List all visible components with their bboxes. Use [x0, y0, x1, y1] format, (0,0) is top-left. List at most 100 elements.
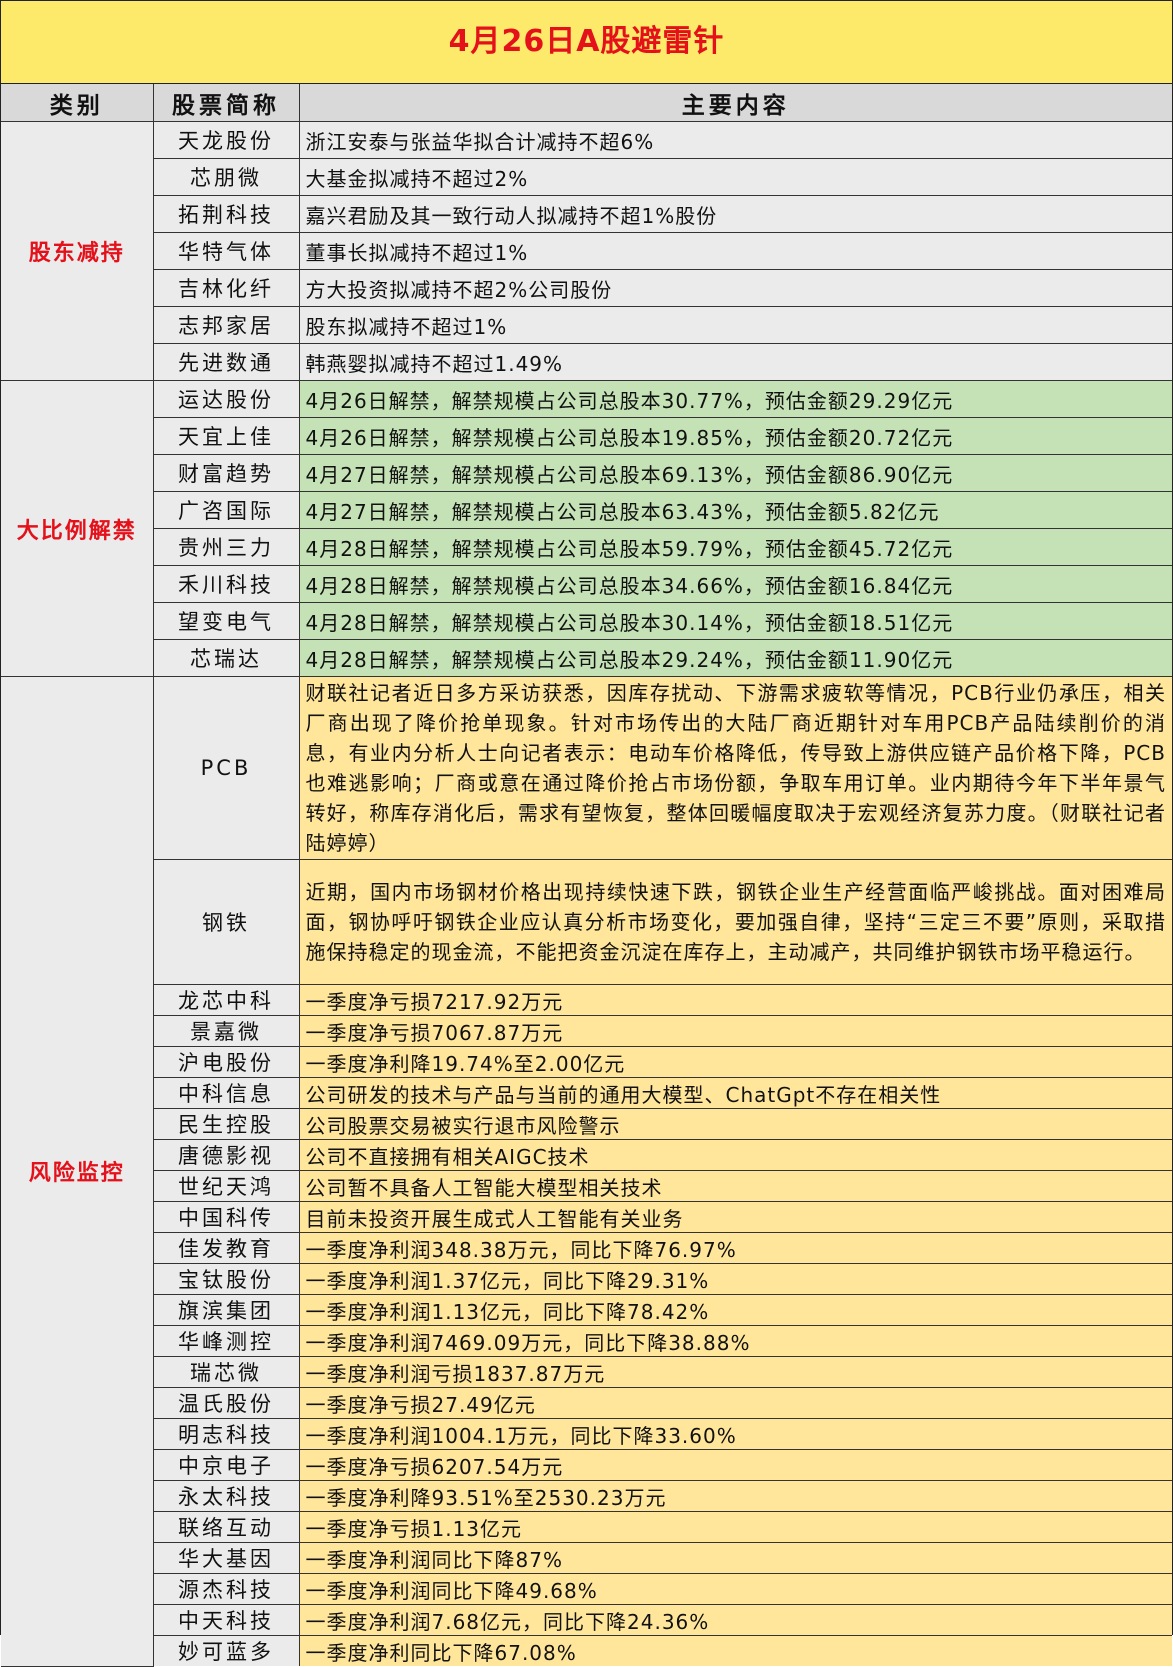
- main-content-cell: 大基金拟减持不超过2%: [298, 158, 1172, 196]
- table-row: 景嘉微 一季度净亏损7067.87万元: [1, 1015, 1172, 1047]
- table-row: 志邦家居 股东拟减持不超过1%: [1, 306, 1172, 344]
- stock-name-cell: 志邦家居: [152, 306, 300, 344]
- table-row: 佳发教育 一季度净利润348.38万元，同比下降76.97%: [1, 1232, 1172, 1264]
- table-row: 华特气体 董事长拟减持不超过1%: [1, 232, 1172, 270]
- main-content-cell: 嘉兴君励及其一致行动人拟减持不超1%股份: [298, 195, 1172, 233]
- table-row: 中天科技 一季度净利润7.68亿元，同比下降24.36%: [1, 1604, 1172, 1636]
- table-row: 芯瑞达 4月28日解禁，解禁规模占公司总股本29.24%，预估金额11.90亿元: [1, 639, 1172, 677]
- stock-name-cell: 旗滨集团: [152, 1294, 300, 1326]
- stock-name-cell: 宝钛股份: [152, 1263, 300, 1295]
- stock-warning-sheet: 4月26日A股避雷针 类别 股票简称 主要内容 股东减持 天龙股份 浙江安泰与张益华…: [0, 0, 1173, 1667]
- main-content-cell: 目前未投资开展生成式人工智能有关业务: [298, 1201, 1172, 1233]
- stock-name-cell: 瑞芯微: [152, 1356, 300, 1388]
- main-content-cell: 4月28日解禁，解禁规模占公司总股本29.24%，预估金额11.90亿元: [298, 639, 1172, 677]
- stock-name-cell: 芯瑞达: [152, 639, 300, 677]
- main-content-cell: 一季度净利润同比下降87%: [298, 1542, 1172, 1574]
- main-content-cell: 财联社记者近日多方采访获悉，因库存扰动、下游需求疲软等情况，PCB行业仍承压，相…: [298, 676, 1172, 860]
- stock-name-cell: 钢铁: [152, 859, 300, 985]
- main-content-cell: 公司股票交易被实行退市风险警示: [298, 1108, 1172, 1140]
- table-row: 广咨国际 4月27日解禁，解禁规模占公司总股本63.43%，预估金额5.82亿元: [1, 491, 1172, 529]
- stock-name-cell: 佳发教育: [152, 1232, 300, 1264]
- stock-name-cell: 中国科传: [152, 1201, 300, 1233]
- sheet-title: 4月26日A股避雷针: [1, 1, 1172, 84]
- table-row: 中京电子 一季度净亏损6207.54万元: [1, 1449, 1172, 1481]
- main-content-cell: 一季度净利润1.13亿元，同比下降78.42%: [298, 1294, 1172, 1326]
- stock-name-cell: PCB: [152, 676, 300, 860]
- main-content-cell: 公司暂不具备人工智能大模型相关技术: [298, 1170, 1172, 1202]
- table-row: 明志科技 一季度净利润1004.1万元，同比下降33.60%: [1, 1418, 1172, 1450]
- table-row: 民生控股 公司股票交易被实行退市风险警示: [1, 1108, 1172, 1140]
- table-row: 财富趋势 4月27日解禁，解禁规模占公司总股本69.13%，预估金额86.90亿元: [1, 454, 1172, 492]
- stock-name-cell: 明志科技: [152, 1418, 300, 1450]
- stock-name-cell: 华峰测控: [152, 1325, 300, 1357]
- table-row: 股东减持 天龙股份 浙江安泰与张益华拟合计减持不超6%: [1, 121, 1172, 381]
- stock-name-cell: 芯朋微: [152, 158, 300, 196]
- table-row: 永太科技 一季度净利降93.51%至2530.23万元: [1, 1480, 1172, 1512]
- main-content-cell: 韩燕婴拟减持不超过1.49%: [298, 343, 1172, 381]
- table-row: 旗滨集团 一季度净利润1.13亿元，同比下降78.42%: [1, 1294, 1172, 1326]
- stock-name-cell: 源杰科技: [152, 1573, 300, 1605]
- stock-name-cell: 吉林化纤: [152, 269, 300, 307]
- header-category: 类别: [1, 84, 154, 122]
- main-content-cell: 方大投资拟减持不超2%公司股份: [298, 269, 1172, 307]
- main-content-cell: 4月28日解禁，解禁规模占公司总股本59.79%，预估金额45.72亿元: [298, 528, 1172, 566]
- main-content-cell: 一季度净利润同比下降49.68%: [298, 1573, 1172, 1605]
- main-content-cell: 一季度净亏损1.13亿元: [298, 1511, 1172, 1543]
- table-row: 禾川科技 4月28日解禁，解禁规模占公司总股本34.66%，预估金额16.84亿元: [1, 565, 1172, 603]
- stock-name-cell: 财富趋势: [152, 454, 300, 492]
- stock-name-cell: 禾川科技: [152, 565, 300, 603]
- table-row: 天宜上佳 4月26日解禁，解禁规模占公司总股本19.85%，预估金额20.72亿元: [1, 417, 1172, 455]
- main-content-cell: 公司不直接拥有相关AIGC技术: [298, 1139, 1172, 1171]
- table-row: 联络互动 一季度净亏损1.13亿元: [1, 1511, 1172, 1543]
- stock-name-cell: 妙可蓝多: [152, 1635, 300, 1666]
- stock-name-cell: 中天科技: [152, 1604, 300, 1636]
- table-row: 沪电股份 一季度净利降19.74%至2.00亿元: [1, 1046, 1172, 1078]
- main-content-cell: 一季度净亏损27.49亿元: [298, 1387, 1172, 1419]
- main-content-cell: 一季度净利润7469.09万元，同比下降38.88%: [298, 1325, 1172, 1357]
- stock-name-cell: 华特气体: [152, 232, 300, 270]
- main-content-cell: 一季度净利降93.51%至2530.23万元: [298, 1480, 1172, 1512]
- header-main-content: 主要内容: [298, 84, 1172, 122]
- table-row: 源杰科技 一季度净利润同比下降49.68%: [1, 1573, 1172, 1605]
- table-row: 贵州三力 4月28日解禁，解禁规模占公司总股本59.79%，预估金额45.72亿元: [1, 528, 1172, 566]
- table-row: 拓荆科技 嘉兴君励及其一致行动人拟减持不超1%股份: [1, 195, 1172, 233]
- main-content-cell: 一季度净利润1004.1万元，同比下降33.60%: [298, 1418, 1172, 1450]
- stock-name-cell: 广咨国际: [152, 491, 300, 529]
- main-content-cell: 4月28日解禁，解禁规模占公司总股本34.66%，预估金额16.84亿元: [298, 565, 1172, 603]
- main-content-cell: 一季度净利润348.38万元，同比下降76.97%: [298, 1232, 1172, 1264]
- main-content-cell: 一季度净利润1.37亿元，同比下降29.31%: [298, 1263, 1172, 1295]
- table-row: 宝钛股份 一季度净利润1.37亿元，同比下降29.31%: [1, 1263, 1172, 1295]
- stock-name-cell: 先进数通: [152, 343, 300, 381]
- main-content-cell: 4月26日解禁，解禁规模占公司总股本19.85%，预估金额20.72亿元: [298, 417, 1172, 455]
- main-content-cell: 一季度净亏损7217.92万元: [298, 984, 1172, 1016]
- stock-name-cell: 天宜上佳: [152, 417, 300, 455]
- stock-name-cell: 景嘉微: [152, 1015, 300, 1047]
- main-content-cell: 4月27日解禁，解禁规模占公司总股本63.43%，预估金额5.82亿元: [298, 491, 1172, 529]
- main-content-cell: 4月26日解禁，解禁规模占公司总股本30.77%，预估金额29.29亿元: [298, 380, 1172, 418]
- table-row: 妙可蓝多 一季度净利同比下降67.08%: [1, 1635, 1172, 1666]
- stock-name-cell: 运达股份: [152, 380, 300, 418]
- main-content-cell: 一季度净利润7.68亿元，同比下降24.36%: [298, 1604, 1172, 1636]
- stock-name-cell: 贵州三力: [152, 528, 300, 566]
- table-row: 唐德影视 公司不直接拥有相关AIGC技术: [1, 1139, 1172, 1171]
- stock-name-cell: 龙芯中科: [152, 984, 300, 1016]
- table-row: 温氏股份 一季度净亏损27.49亿元: [1, 1387, 1172, 1419]
- stock-name-cell: 世纪天鸿: [152, 1170, 300, 1202]
- main-content-cell: 股东拟减持不超过1%: [298, 306, 1172, 344]
- stock-name-cell: 中科信息: [152, 1077, 300, 1109]
- main-content-cell: 一季度净亏损7067.87万元: [298, 1015, 1172, 1047]
- stock-name-cell: 沪电股份: [152, 1046, 300, 1078]
- main-content-cell: 4月28日解禁，解禁规模占公司总股本30.14%，预估金额18.51亿元: [298, 602, 1172, 640]
- stock-name-cell: 民生控股: [152, 1108, 300, 1140]
- header-row: 类别 股票简称 主要内容: [1, 84, 1172, 122]
- stock-name-cell: 拓荆科技: [152, 195, 300, 233]
- warning-table: 类别 股票简称 主要内容 股东减持 天龙股份 浙江安泰与张益华拟合计减持不超6% 芯朋…: [1, 84, 1172, 1667]
- main-content-cell: 一季度净亏损6207.54万元: [298, 1449, 1172, 1481]
- table-row: 大比例解禁 运达股份 4月26日解禁，解禁规模占公司总股本30.77%，预估金额29…: [1, 380, 1172, 677]
- stock-name-cell: 华大基因: [152, 1542, 300, 1574]
- header-stock-name: 股票简称: [152, 84, 300, 122]
- table-row: 龙芯中科 一季度净亏损7217.92万元: [1, 984, 1172, 1016]
- table-row: 华大基因 一季度净利润同比下降87%: [1, 1542, 1172, 1574]
- table-row: 世纪天鸿 公司暂不具备人工智能大模型相关技术: [1, 1170, 1172, 1202]
- main-content-cell: 一季度净利降19.74%至2.00亿元: [298, 1046, 1172, 1078]
